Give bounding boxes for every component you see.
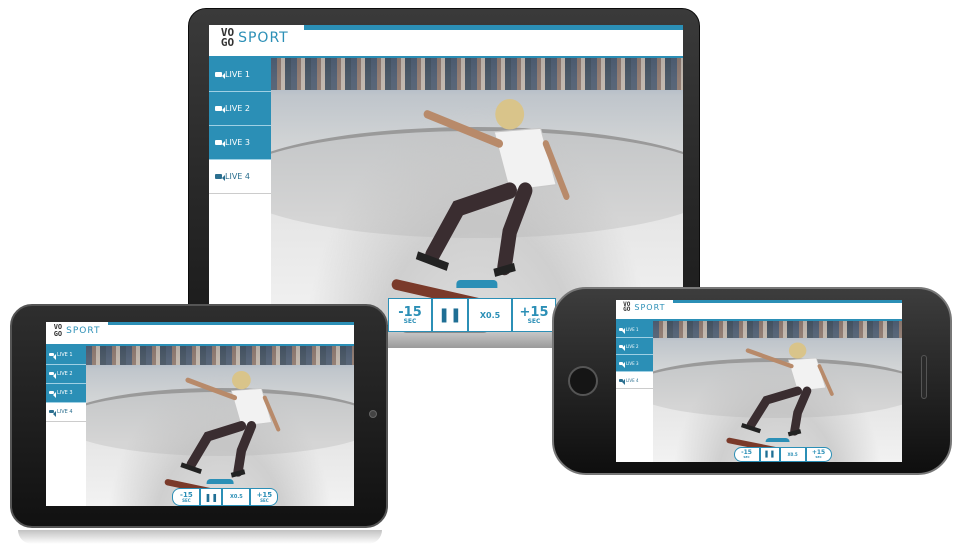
controls-toggle-tab[interactable] — [456, 279, 498, 288]
pause-button[interactable]: ❚❚ — [432, 298, 468, 332]
pause-icon: ❚❚ — [763, 450, 776, 459]
video-player[interactable]: -15 SEC ❚❚ X0.5 +15 SEC — [86, 345, 354, 506]
header-accent-bar — [303, 25, 683, 31]
app-logo: VO GO SPORT — [53, 323, 101, 338]
video-player[interactable]: -15 SEC ❚❚ X0.5 +15 SEC — [653, 321, 902, 462]
player-controls: -15 SEC ❚❚ X0.5 +15 SEC — [708, 446, 857, 462]
slow-motion-button[interactable]: X0.5 — [468, 298, 512, 332]
video-player[interactable] — [270, 58, 683, 325]
rewind-15-button[interactable]: -15 SEC — [733, 446, 760, 462]
header-accent-bar — [673, 300, 902, 303]
app-header: VO GO SPORT — [209, 25, 683, 58]
phone-speaker — [921, 355, 927, 399]
forward-15-button[interactable]: +15 SEC — [250, 488, 279, 506]
sidebar-item-live-1[interactable]: LIVE 1 — [616, 321, 654, 339]
video-camera-icon — [619, 361, 625, 368]
controls-toggle-tab[interactable] — [765, 438, 791, 443]
sidebar: LIVE 1 LIVE 2 LIVE 3 LIVE 4 — [616, 321, 655, 462]
laptop-screen: VO GO SPORT LIVE 1 LIVE 2 LIVE 3 LIVE 4 — [209, 25, 683, 325]
slow-motion-button[interactable]: X0.5 — [779, 446, 806, 462]
app-title: SPORT — [238, 30, 289, 47]
video-camera-icon — [215, 72, 226, 79]
sidebar-item-live-4[interactable]: LIVE 4 — [46, 402, 87, 422]
sidebar-item-live-3[interactable]: LIVE 3 — [616, 355, 654, 373]
sidebar-item-live-3[interactable]: LIVE 3 — [46, 383, 87, 403]
app-title: SPORT — [634, 302, 666, 312]
pause-button[interactable]: ❚❚ — [759, 446, 780, 462]
video-camera-icon — [49, 353, 57, 360]
video-camera-icon — [49, 372, 57, 379]
player-controls: -15 SEC ❚❚ X0.5 +15 SEC — [145, 488, 306, 506]
video-camera-icon — [49, 410, 57, 417]
app-logo: VO GO SPORT — [220, 26, 289, 50]
video-camera-icon — [215, 140, 226, 147]
tablet-screen: VO GO SPORT LIVE 1 LIVE 2 LIVE 3 LIVE 4 — [46, 322, 354, 506]
app-title: SPORT — [66, 325, 101, 336]
pause-button[interactable]: ❚❚ — [200, 488, 223, 506]
rewind-15-button[interactable]: -15 SEC — [172, 488, 201, 506]
app-logo: VO GO SPORT — [623, 301, 666, 314]
video-camera-icon — [215, 106, 226, 113]
video-camera-icon — [619, 327, 625, 334]
video-camera-icon — [619, 378, 625, 385]
sidebar-item-live-2[interactable]: LIVE 2 — [209, 92, 271, 126]
sidebar-item-live-2[interactable]: LIVE 2 — [616, 338, 654, 356]
forward-15-button[interactable]: +15 SEC — [512, 298, 556, 332]
phone-home-button — [568, 366, 598, 396]
sidebar-item-live-1[interactable]: LIVE 1 — [209, 58, 271, 92]
tablet-camera — [369, 410, 377, 418]
sidebar-item-live-4[interactable]: LIVE 4 — [616, 372, 654, 390]
header-accent-bar — [107, 322, 354, 325]
video-camera-icon — [49, 391, 57, 398]
pause-icon: ❚❚ — [204, 492, 219, 502]
sidebar-item-live-1[interactable]: LIVE 1 — [46, 345, 87, 365]
video-camera-icon — [215, 174, 226, 181]
tablet-reflection — [18, 530, 382, 544]
app-header: VO GO SPORT — [46, 322, 354, 346]
pause-icon: ❚❚ — [438, 307, 462, 323]
slow-motion-button[interactable]: X0.5 — [222, 488, 251, 506]
forward-15-button[interactable]: +15 SEC — [805, 446, 832, 462]
sidebar-item-live-4[interactable]: LIVE 4 — [209, 160, 271, 194]
player-controls: -15 SEC ❚❚ X0.5 +15 SEC — [386, 298, 558, 332]
sidebar: LIVE 1 LIVE 2 LIVE 3 LIVE 4 — [209, 58, 272, 325]
sidebar-item-live-2[interactable]: LIVE 2 — [46, 364, 87, 384]
rewind-15-button[interactable]: -15 SEC — [388, 298, 432, 332]
phone-screen: VO GO SPORT LIVE 1 LIVE 2 LIVE 3 LIVE 4 — [616, 300, 902, 462]
controls-toggle-tab[interactable] — [206, 478, 234, 484]
app-header: VO GO SPORT — [616, 300, 902, 322]
video-camera-icon — [619, 344, 625, 351]
sidebar-item-live-3[interactable]: LIVE 3 — [209, 126, 271, 160]
sidebar: LIVE 1 LIVE 2 LIVE 3 LIVE 4 — [46, 345, 88, 506]
